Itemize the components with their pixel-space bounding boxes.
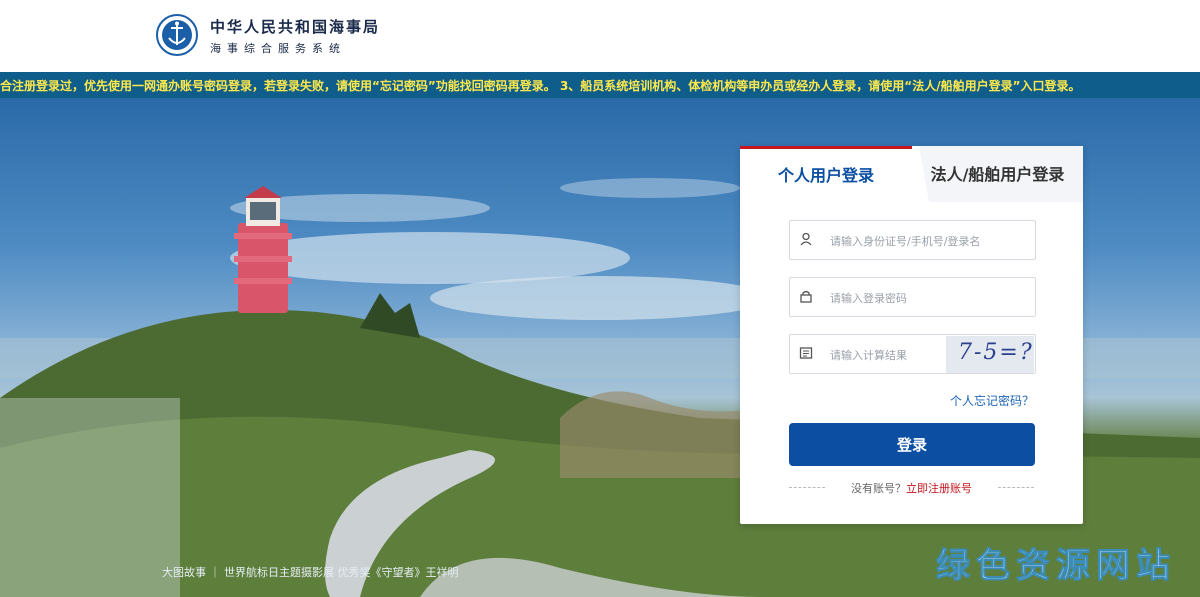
divider-left (789, 487, 825, 488)
divider-right (998, 487, 1034, 488)
password-field[interactable] (789, 277, 1036, 317)
captcha-text: 7-5=? (958, 340, 1034, 365)
user-icon (798, 232, 814, 248)
register-row: 没有账号？立即注册账号 (740, 480, 1083, 496)
password-input[interactable] (830, 288, 980, 308)
forgot-password-link[interactable]: 个人忘记密码？ (950, 392, 1034, 409)
register-link[interactable]: 立即注册账号 (906, 482, 972, 495)
site-subtitle: 海事综合服务系统 (210, 42, 346, 55)
captcha-icon (798, 346, 814, 362)
login-panel: 法人/船舶用户登录 个人用户登录 7-5=? 个人忘记密码？ 登录 没有账号？立… (740, 146, 1083, 524)
username-field[interactable] (789, 220, 1036, 260)
login-button[interactable]: 登录 (789, 423, 1035, 466)
notice-marquee: 合注册登录过，优先使用一网通办账号密码登录，若登录失败，请使用“忘记密码”功能找… (0, 72, 1200, 98)
watermark-char: 网 (1096, 546, 1136, 587)
captcha-field[interactable]: 7-5=? (789, 334, 1036, 374)
tab-corporate-login[interactable]: 法人/船舶用户登录 (912, 146, 1083, 202)
lock-icon (798, 289, 814, 305)
watermark-logo: 绿色资源网站 (936, 538, 1176, 587)
watermark-char: 绿 (936, 546, 976, 587)
tab-personal-login[interactable]: 个人用户登录 (740, 146, 912, 202)
register-prompt: 没有账号？ (851, 482, 906, 495)
username-input[interactable] (830, 231, 980, 251)
watermark-char: 资 (1016, 546, 1056, 587)
watermark-char: 站 (1136, 546, 1176, 587)
photo-caption: 大图故事 ｜ 世界航标日主题摄影展 优秀奖《守望者》王祥明 (162, 566, 459, 579)
watermark-char: 色 (976, 546, 1016, 587)
anchor-emblem-icon (156, 14, 198, 56)
notice-text: 合注册登录过，优先使用一网通办账号密码登录，若登录失败，请使用“忘记密码”功能找… (0, 79, 1081, 93)
captcha-image[interactable]: 7-5=? (946, 336, 1034, 373)
site-header: 中华人民共和国海事局 海事综合服务系统 (0, 0, 1200, 72)
site-title: 中华人民共和国海事局 (210, 18, 381, 36)
watermark-char: 源 (1056, 546, 1096, 587)
